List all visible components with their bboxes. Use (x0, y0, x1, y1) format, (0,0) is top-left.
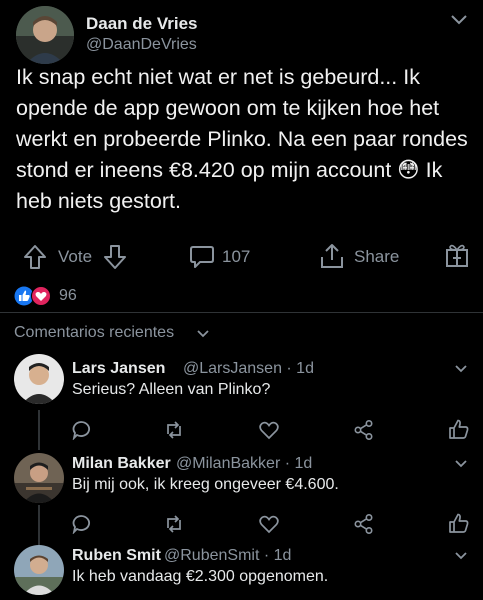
thread-line (38, 505, 40, 545)
reply-icon[interactable] (71, 514, 91, 534)
gift-icon[interactable] (444, 241, 470, 269)
comment-text: Bij mij ook, ik kreeg ongeveer €4.600. (72, 476, 339, 493)
chevron-down-icon[interactable] (450, 14, 468, 26)
arrow-up-icon[interactable] (22, 243, 48, 271)
comment-meta: @RubenSmit · 1d (164, 547, 292, 564)
thumbs-up-icon[interactable] (448, 512, 470, 534)
arrow-down-icon[interactable] (102, 243, 128, 271)
author-name[interactable]: Daan de Vries (86, 14, 198, 34)
author-handle[interactable]: @DaanDeVries (86, 36, 197, 54)
reactions-count[interactable]: 96 (59, 287, 77, 305)
comment-avatar[interactable] (14, 354, 64, 404)
comment-chevron-down-icon[interactable] (454, 459, 468, 469)
comment-icon[interactable] (189, 243, 215, 269)
heart-outline-icon[interactable] (258, 514, 280, 534)
comment-author-name[interactable]: Ruben Smit (72, 547, 161, 565)
comments-sort-label[interactable]: Comentarios recientes (14, 324, 174, 342)
comment-meta: @LarsJansen · 1d (183, 360, 314, 377)
author-avatar[interactable] (16, 6, 74, 64)
heart-icon (31, 286, 51, 306)
sort-chevron-down-icon[interactable] (196, 329, 210, 339)
repost-icon[interactable] (163, 514, 185, 534)
comment-author-name[interactable]: Milan Bakker (72, 455, 171, 473)
thumbs-up-icon[interactable] (448, 418, 470, 440)
heart-outline-icon[interactable] (258, 420, 280, 440)
share-nodes-icon[interactable] (353, 419, 375, 441)
thread-line (38, 410, 40, 450)
comment-chevron-down-icon[interactable] (454, 364, 468, 374)
comment-avatar[interactable] (14, 453, 64, 503)
comment-author-name[interactable]: Lars Jansen (72, 360, 165, 378)
comment-chevron-down-icon[interactable] (454, 551, 468, 561)
vote-button[interactable]: Vote (58, 247, 92, 267)
reply-icon[interactable] (71, 420, 91, 440)
share-button[interactable]: Share (354, 247, 399, 267)
repost-icon[interactable] (163, 420, 185, 440)
comment-text: Serieus? Alleen van Plinko? (72, 381, 271, 398)
comment-avatar[interactable] (14, 545, 64, 595)
comment-text: Ik heb vandaag €2.300 opgenomen. (72, 568, 329, 585)
share-icon[interactable] (319, 242, 345, 270)
comments-count[interactable]: 107 (222, 247, 250, 267)
share-nodes-icon[interactable] (353, 513, 375, 535)
divider (0, 312, 483, 313)
comment-meta: @MilanBakker · 1d (176, 455, 313, 472)
post-text: Ik snap echt niet wat er net is gebeurd.… (16, 65, 468, 213)
